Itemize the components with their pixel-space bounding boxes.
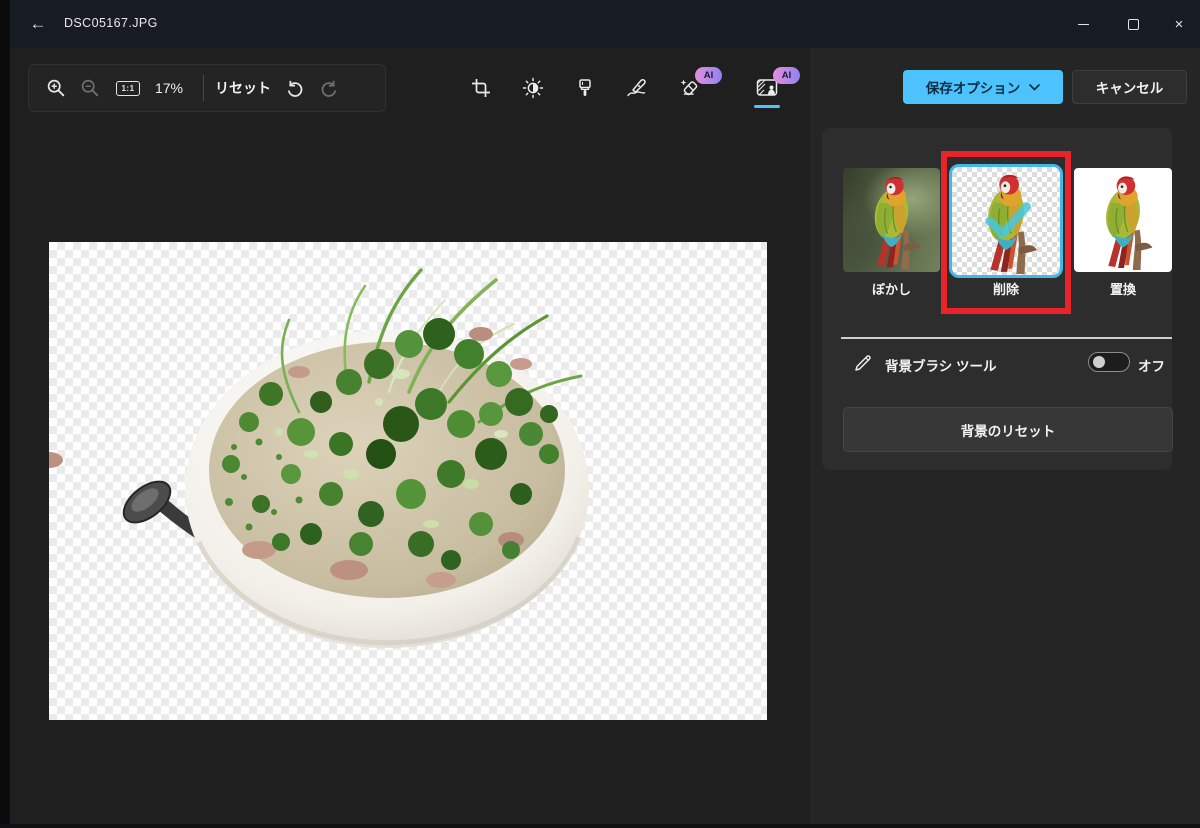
reset-background-label: 背景のリセット (961, 420, 1056, 440)
generative-erase-tool[interactable]: AI (676, 64, 702, 112)
ai-badge: AI (695, 67, 722, 84)
cancel-button[interactable]: キャンセル (1072, 70, 1187, 104)
markup-tool[interactable] (624, 64, 650, 112)
reset-button[interactable]: リセット (214, 70, 272, 106)
toolbar-divider (203, 75, 204, 101)
ai-badge: AI (773, 67, 800, 84)
parrot-white-preview (1074, 168, 1172, 272)
titlebar: ← DSC05167.JPG × (0, 0, 1200, 48)
window-title: DSC05167.JPG (64, 16, 158, 30)
brightness-icon (522, 77, 544, 99)
save-options-button[interactable]: 保存オプション (903, 70, 1063, 104)
zoom-in-button[interactable] (39, 70, 73, 106)
toggle-knob (1093, 356, 1105, 368)
chevron-down-icon (1029, 84, 1040, 91)
background-tool-selected[interactable]: AI (754, 64, 780, 112)
zoom-in-icon (46, 78, 66, 98)
pencil-icon (853, 353, 873, 373)
crop-tool[interactable] (468, 64, 494, 112)
cancel-label: キャンセル (1096, 77, 1164, 97)
actual-size-button[interactable]: 1:1 (111, 70, 145, 106)
save-options-label: 保存オプション (926, 77, 1021, 97)
one-to-one-icon: 1:1 (116, 81, 139, 96)
minimize-icon (1078, 24, 1089, 25)
undo-button[interactable] (278, 70, 312, 106)
edit-canvas[interactable] (49, 242, 767, 720)
undo-icon (285, 78, 305, 98)
zoom-level: 17% (145, 70, 193, 106)
option-replace-thumbnail[interactable] (1074, 168, 1172, 272)
redo-icon (319, 78, 339, 98)
close-icon: × (1175, 16, 1184, 33)
toggle-state-label: オフ (1138, 355, 1165, 375)
edit-tools: AI AI (468, 64, 780, 112)
pen-icon (625, 77, 649, 99)
maximize-button[interactable] (1112, 8, 1154, 40)
pho-bowl-cutout-image (49, 242, 767, 720)
back-icon[interactable]: ← (24, 12, 52, 36)
option-replace-label: 置換 (1074, 279, 1172, 297)
close-button[interactable]: × (1158, 8, 1200, 40)
crop-icon (471, 78, 491, 98)
zoom-toolbar: 1:1 17% リセット (28, 64, 386, 112)
zoom-out-button[interactable] (73, 70, 107, 106)
maximize-icon (1128, 19, 1139, 30)
background-brush-tool-label: 背景ブラシ ツール (885, 355, 996, 375)
zoom-percent-label: 17% (155, 80, 183, 96)
minimize-button[interactable] (1062, 8, 1104, 40)
reset-label: リセット (215, 78, 271, 98)
parrot-blur-preview (843, 168, 940, 272)
annotation-highlight-box (941, 151, 1071, 314)
option-blur-label: ぼかし (843, 279, 940, 297)
window-bottom-edge (0, 824, 1200, 828)
paint-brush-icon (575, 78, 595, 98)
filter-tool[interactable] (572, 64, 598, 112)
redo-button[interactable] (312, 70, 346, 106)
adjust-tool[interactable] (520, 64, 546, 112)
panel-divider (841, 337, 1172, 339)
reset-background-button[interactable]: 背景のリセット (843, 407, 1173, 452)
zoom-out-icon (80, 78, 100, 98)
background-brush-toggle[interactable] (1088, 352, 1130, 372)
option-blur-thumbnail[interactable] (843, 168, 940, 272)
window-left-edge (0, 0, 10, 828)
selected-tool-underline (754, 105, 780, 108)
